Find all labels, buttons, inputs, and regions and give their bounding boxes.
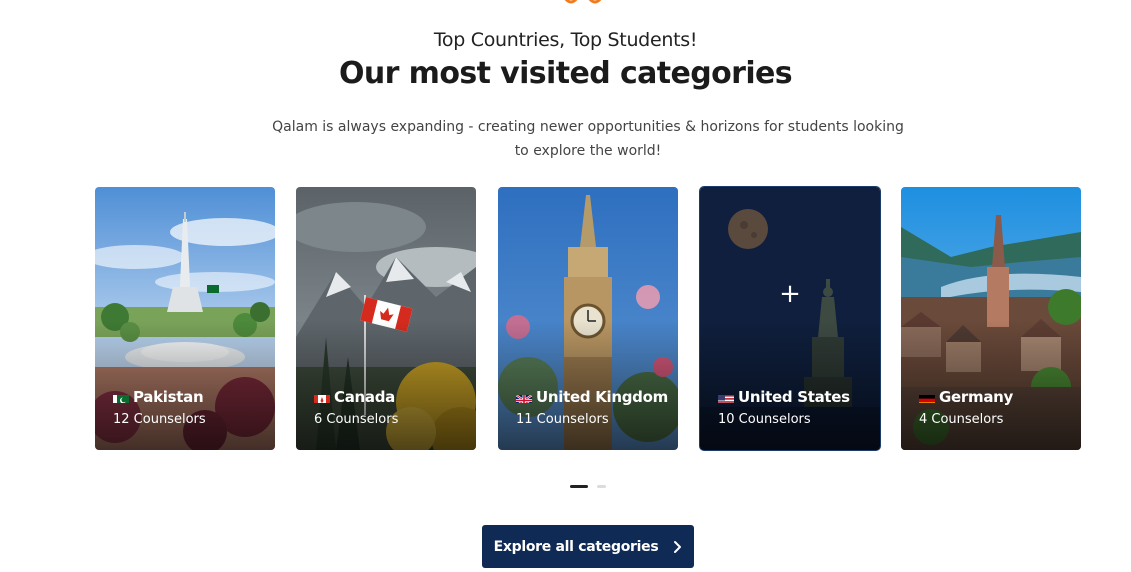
category-card-germany[interactable]: Germany 4 Counselors	[901, 187, 1081, 450]
explore-button-label: Explore all categories	[493, 538, 659, 555]
category-card-united-kingdom[interactable]: United Kingdom 11 Counselors	[498, 187, 678, 450]
wave-decoration-icon	[564, 0, 602, 4]
category-name-text: United States	[738, 388, 850, 406]
germany-flag-icon	[919, 392, 935, 403]
section-title: Our most visited categories	[338, 56, 793, 91]
card-overlay	[700, 320, 880, 450]
category-name: United Kingdom	[516, 388, 668, 406]
pagination-dot-1[interactable]	[570, 485, 588, 488]
plus-icon[interactable]: +	[779, 281, 801, 307]
chevron-right-icon	[674, 540, 682, 553]
section-description: Qalam is always expanding - creating new…	[272, 119, 904, 159]
category-name-text: United Kingdom	[536, 388, 668, 406]
counselor-count: 11 Counselors	[516, 412, 609, 427]
category-name-text: Germany	[939, 388, 1013, 406]
category-name-text: Pakistan	[133, 388, 204, 406]
us-flag-icon	[718, 392, 734, 403]
category-name-text: Canada	[334, 388, 395, 406]
category-carousel[interactable]: Pakistan 12 Counselors Canada 6 Counselo…	[95, 187, 1081, 450]
pagination-dot-2[interactable]	[597, 485, 606, 488]
uk-flag-icon	[516, 392, 532, 403]
category-name: Germany	[919, 388, 1013, 406]
counselor-count: 4 Counselors	[919, 412, 1004, 427]
category-card-united-states[interactable]: + United States 10 Counselors	[700, 187, 880, 450]
card-overlay	[901, 320, 1081, 450]
card-overlay	[498, 320, 678, 450]
category-card-canada[interactable]: Canada 6 Counselors	[296, 187, 476, 450]
card-overlay	[296, 320, 476, 450]
category-name: Pakistan	[113, 388, 204, 406]
category-card-pakistan[interactable]: Pakistan 12 Counselors	[95, 187, 275, 450]
counselor-count: 6 Counselors	[314, 412, 399, 427]
category-name: United States	[718, 388, 850, 406]
card-overlay	[95, 320, 275, 450]
counselor-count: 12 Counselors	[113, 412, 206, 427]
counselor-count: 10 Counselors	[718, 412, 811, 427]
category-name: Canada	[314, 388, 395, 406]
pakistan-flag-icon	[113, 392, 129, 403]
explore-all-categories-button[interactable]: Explore all categories	[482, 525, 694, 568]
canada-flag-icon	[314, 392, 330, 403]
section-eyebrow: Top Countries, Top Students!	[433, 29, 698, 51]
